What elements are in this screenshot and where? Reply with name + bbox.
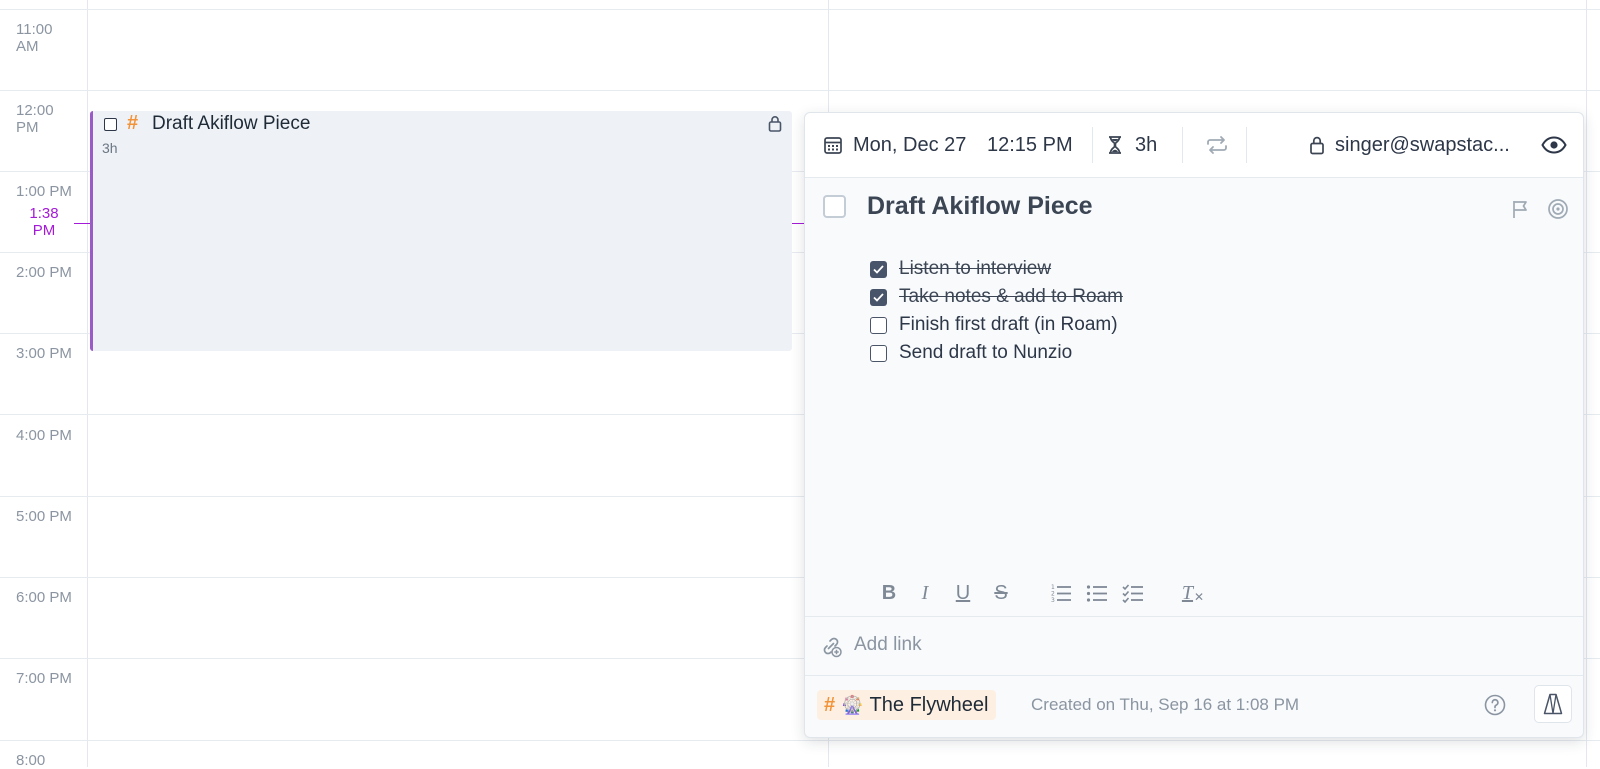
checklist-item-text: Send draft to Nunzio bbox=[899, 342, 1073, 363]
duration-picker[interactable]: 3h bbox=[1107, 113, 1157, 177]
duration-text: 3h bbox=[1135, 133, 1158, 156]
event-checkbox[interactable] bbox=[104, 118, 117, 131]
tag-hash-icon: # bbox=[824, 693, 836, 716]
date-text: Mon, Dec 27 bbox=[853, 133, 967, 156]
created-timestamp: Created on Thu, Sep 16 at 1:08 PM bbox=[1031, 695, 1300, 714]
link-add-icon bbox=[819, 634, 843, 663]
checklist-item-text: Listen to interview bbox=[899, 258, 1052, 279]
strikethrough-button[interactable]: S bbox=[989, 579, 1013, 607]
checkbox-unchecked[interactable] bbox=[870, 344, 887, 362]
calendar-event[interactable]: # Draft Akiflow Piece 3h bbox=[90, 111, 792, 351]
hour-label: 5:00 PM bbox=[16, 508, 72, 525]
bullet-list-icon bbox=[1086, 583, 1108, 603]
task-complete-checkbox[interactable] bbox=[823, 195, 846, 218]
akiflow-logo-icon bbox=[1543, 693, 1563, 715]
priority-target-icon[interactable] bbox=[1547, 198, 1569, 225]
ordered-list-button[interactable]: 123 bbox=[1049, 579, 1073, 607]
hourglass-icon bbox=[1107, 135, 1123, 155]
repeat-icon bbox=[1205, 135, 1229, 155]
help-icon[interactable] bbox=[1484, 694, 1506, 721]
popup-header: Mon, Dec 27 12:15 PM 3h singer@swapstac.… bbox=[805, 113, 1583, 178]
akiflow-button[interactable] bbox=[1534, 685, 1572, 723]
add-link-row[interactable]: Add link bbox=[805, 616, 1583, 676]
hour-label: 3:00 PM bbox=[16, 345, 72, 362]
checklist-item-text: Finish first draft (in Roam) bbox=[899, 314, 1118, 335]
visibility-button[interactable] bbox=[1541, 113, 1567, 177]
hour-label: 12:00 PM bbox=[16, 102, 54, 136]
event-tag-hash: # bbox=[127, 112, 139, 134]
time-picker[interactable]: 12:15 PM bbox=[987, 113, 1073, 177]
repeat-button[interactable] bbox=[1205, 113, 1229, 177]
clear-format-button[interactable]: T ✕ bbox=[1179, 579, 1207, 607]
checklist-item[interactable]: Take notes & add to Roam bbox=[870, 283, 1123, 311]
current-time-label: 1:38 PM bbox=[29, 205, 59, 239]
underline-button[interactable]: U bbox=[951, 579, 975, 607]
checklist-item[interactable]: Send draft to Nunzio bbox=[870, 339, 1123, 367]
task-title[interactable]: Draft Akiflow Piece bbox=[867, 192, 1093, 221]
calendar-icon bbox=[823, 135, 843, 155]
hour-label: 8:00 bbox=[16, 752, 46, 769]
checklist-item[interactable]: Listen to interview bbox=[870, 255, 1123, 283]
ferris-wheel-icon: 🎡 bbox=[841, 694, 864, 715]
header-divider bbox=[1182, 127, 1183, 163]
checklist-button[interactable] bbox=[1121, 579, 1145, 607]
calendar-owner[interactable]: singer@swapstac... bbox=[1309, 113, 1510, 177]
italic-button[interactable]: I bbox=[913, 579, 937, 607]
tag-name: The Flywheel bbox=[869, 693, 989, 716]
hour-label: 7:00 PM bbox=[16, 670, 72, 687]
checkbox-checked[interactable] bbox=[870, 288, 887, 306]
lock-icon bbox=[1309, 135, 1325, 155]
time-text: 12:15 PM bbox=[987, 133, 1073, 156]
checkbox-checked[interactable] bbox=[870, 260, 887, 278]
eye-icon bbox=[1541, 136, 1567, 154]
ordered-list-icon: 123 bbox=[1050, 583, 1072, 603]
svg-text:3: 3 bbox=[1051, 597, 1055, 603]
header-divider bbox=[1092, 127, 1093, 163]
project-tag-chip[interactable]: # 🎡 The Flywheel bbox=[817, 690, 997, 720]
hour-line bbox=[0, 9, 1600, 10]
owner-email: singer@swapstac... bbox=[1335, 133, 1510, 156]
checklist-item-text: Take notes & add to Roam bbox=[899, 286, 1123, 307]
bold-button[interactable]: B bbox=[877, 579, 901, 607]
flag-icon[interactable] bbox=[1511, 199, 1531, 224]
task-detail-popup: Mon, Dec 27 12:15 PM 3h singer@swapstac.… bbox=[804, 112, 1584, 738]
event-duration: 3h bbox=[102, 140, 118, 156]
clear-format-letter: T bbox=[1181, 581, 1194, 604]
hour-label: 2:00 PM bbox=[16, 264, 72, 281]
checklist-icon bbox=[1122, 583, 1144, 603]
hour-line bbox=[0, 740, 1600, 741]
current-time-line bbox=[74, 223, 90, 224]
bullet-list-button[interactable] bbox=[1085, 579, 1109, 607]
checkbox-unchecked[interactable] bbox=[870, 316, 887, 334]
date-picker[interactable]: Mon, Dec 27 bbox=[823, 113, 966, 177]
clear-format-icon: T ✕ bbox=[1182, 582, 1204, 605]
hour-label: 6:00 PM bbox=[16, 589, 72, 606]
event-title: Draft Akiflow Piece bbox=[152, 113, 311, 134]
subtask-checklist: Listen to interview Take notes & add to … bbox=[870, 255, 1123, 367]
add-link-label[interactable]: Add link bbox=[854, 634, 922, 656]
checklist-item[interactable]: Finish first draft (in Roam) bbox=[870, 311, 1123, 339]
hour-label: 4:00 PM bbox=[16, 427, 72, 444]
hour-label: 11:00 AM bbox=[16, 21, 53, 55]
popup-footer: # 🎡 The Flywheel Created on Thu, Sep 16 … bbox=[805, 674, 1583, 738]
clear-format-x: ✕ bbox=[1194, 590, 1205, 604]
hour-line bbox=[0, 90, 1600, 91]
hour-label: 1:00 PM bbox=[16, 183, 72, 200]
lock-icon bbox=[768, 115, 782, 137]
header-divider bbox=[1246, 127, 1247, 163]
day-column-divider bbox=[1586, 0, 1587, 767]
